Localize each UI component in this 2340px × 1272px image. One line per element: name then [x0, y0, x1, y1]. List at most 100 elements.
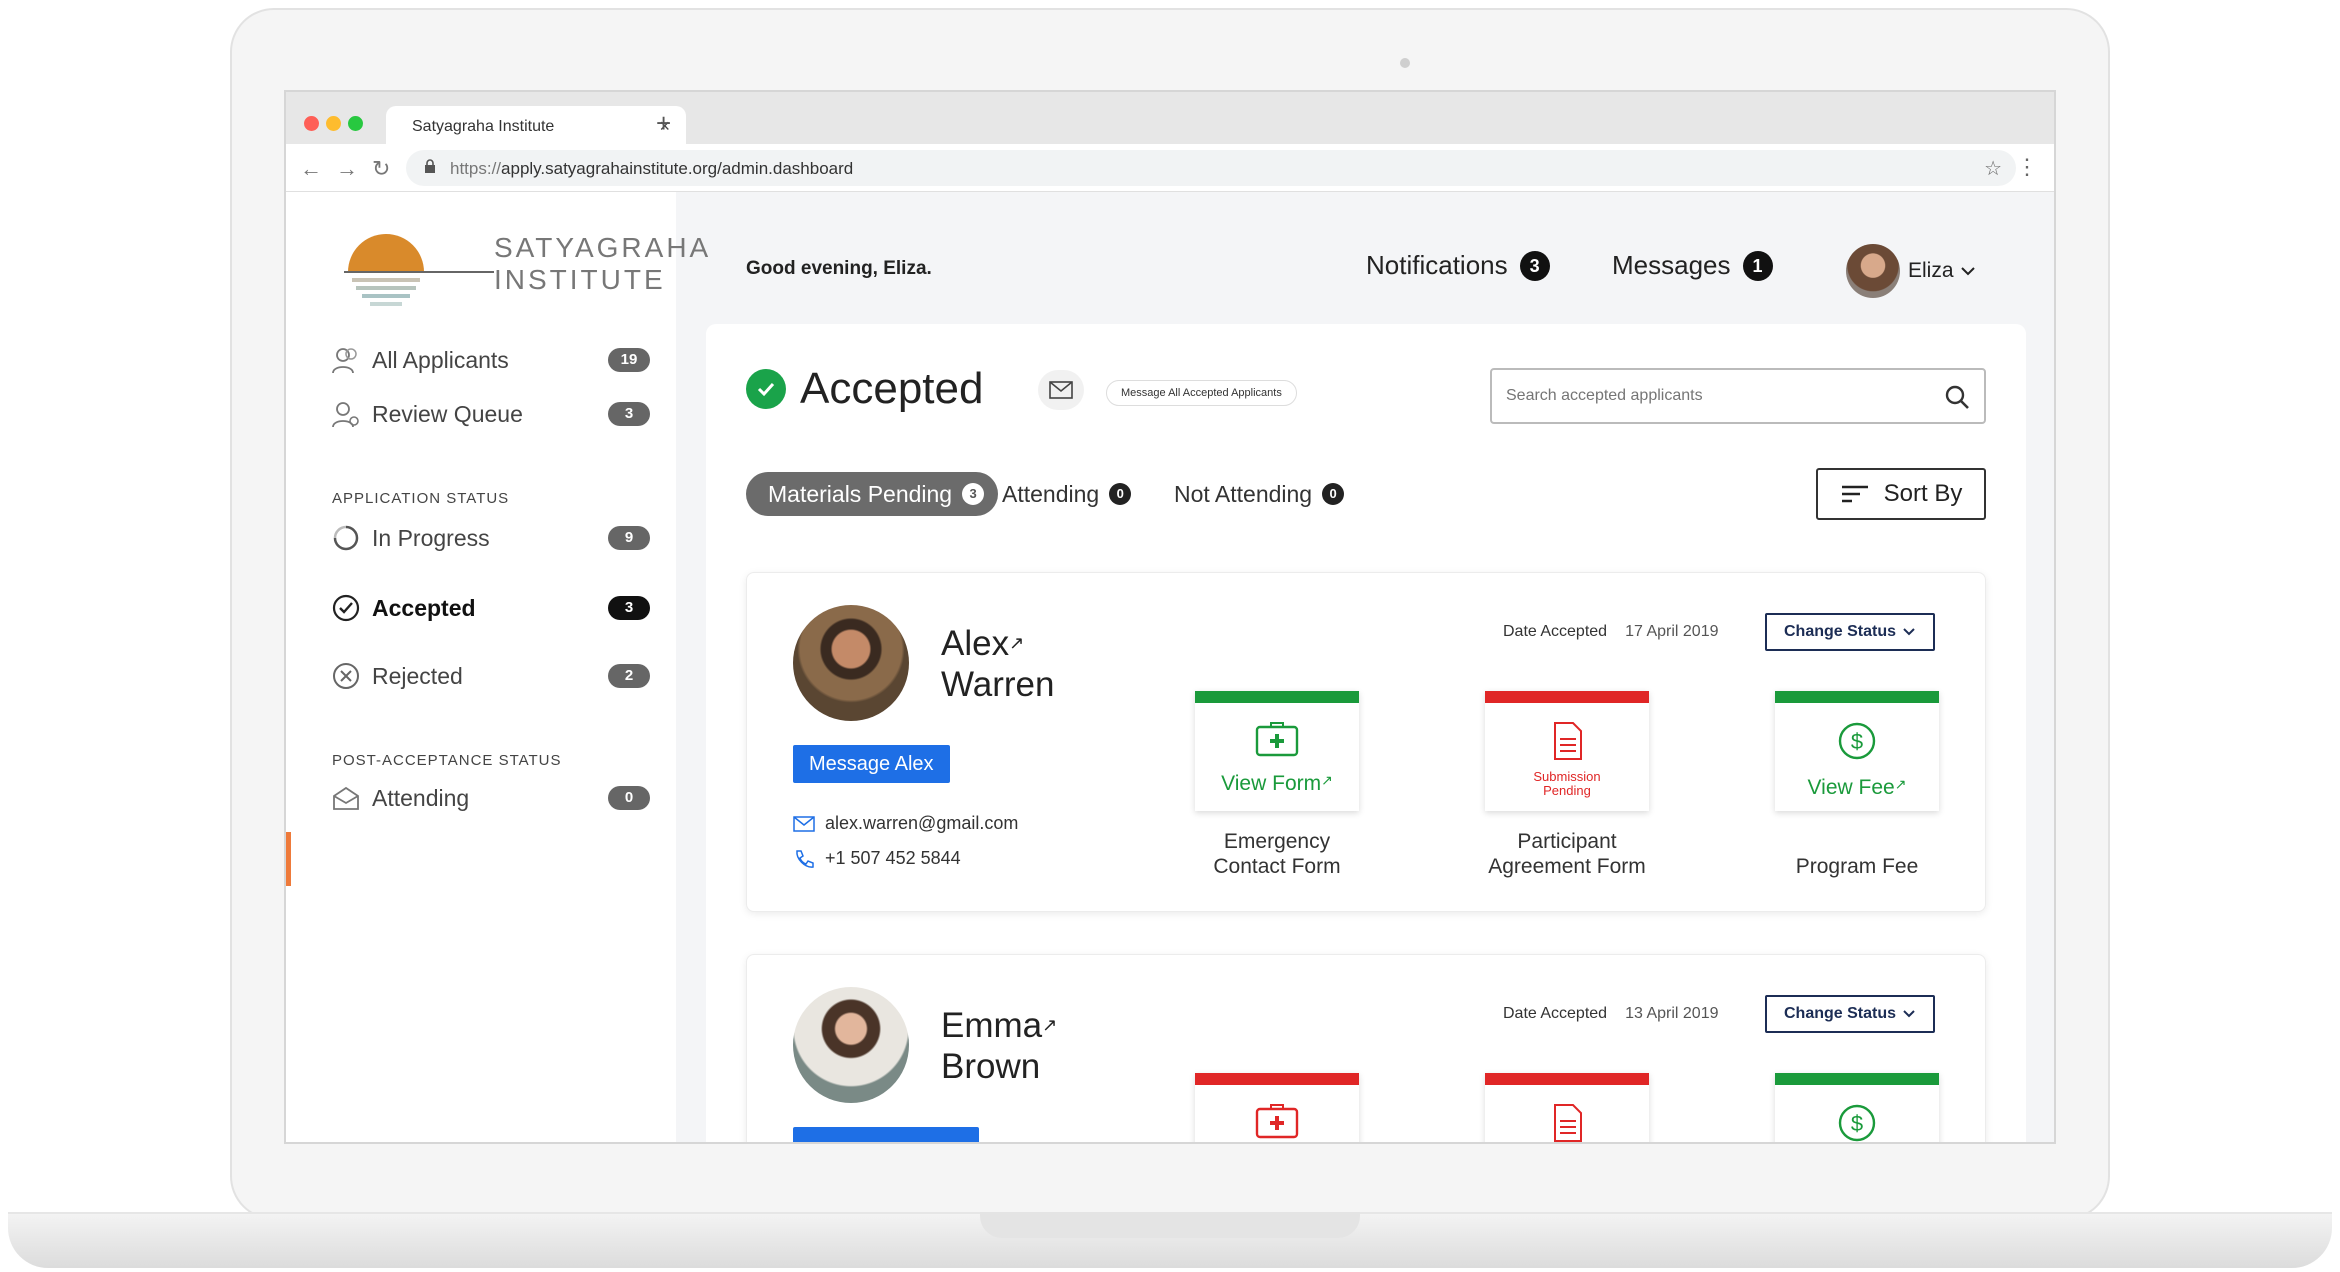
- mail-button[interactable]: [1038, 370, 1084, 410]
- reload-icon[interactable]: ↻: [372, 156, 390, 182]
- check-icon: [746, 369, 786, 409]
- last-name: Warren: [941, 665, 1055, 704]
- greeting: Good evening, Eliza.: [746, 258, 932, 279]
- message-all-button[interactable]: Message All Accepted Applicants: [1106, 380, 1297, 406]
- filter-count: 0: [1322, 483, 1345, 505]
- change-status-label: Change Status: [1783, 623, 1896, 640]
- doc-caption-line: Contact Form: [1213, 855, 1341, 878]
- doc-emergency-form[interactable]: [1195, 1073, 1359, 1142]
- laptop-notch: [980, 1212, 1360, 1238]
- messages-link[interactable]: Messages 1: [1612, 250, 1773, 281]
- change-status-button[interactable]: Change Status: [1765, 613, 1935, 651]
- filter-materials-pending[interactable]: Materials Pending 3: [746, 472, 999, 516]
- svg-text:$: $: [1851, 1111, 1863, 1136]
- doc-status: Submission Pending: [1533, 769, 1601, 798]
- sidebar-item-rejected[interactable]: Rejected 2: [330, 654, 650, 698]
- doc-caption: Participant Agreement Form: [1467, 829, 1667, 879]
- doc-program-fee[interactable]: $: [1775, 1073, 1939, 1142]
- sidebar-item-label: Review Queue: [372, 400, 523, 427]
- notifications-count: 3: [1519, 250, 1550, 281]
- doc-status: View Fee: [1807, 776, 1895, 799]
- back-icon[interactable]: ←: [300, 156, 322, 182]
- phone-icon: [796, 849, 814, 868]
- count-badge: 19: [608, 348, 650, 372]
- sidebar-item-attending[interactable]: Attending 0: [330, 776, 650, 820]
- tab-bar: Satyagraha Institute × +: [286, 92, 2054, 144]
- filter-label: Attending: [1002, 480, 1100, 507]
- document-icon: [1554, 1104, 1582, 1142]
- message-applicant-button[interactable]: [793, 1127, 979, 1142]
- sidebar-item-label: Attending: [372, 784, 470, 811]
- sort-icon: [1841, 485, 1868, 503]
- sidebar: SATYAGRAHA INSTITUTE All Applicants 19 R…: [286, 192, 708, 1142]
- doc-caption: Emergency Contact Form: [1177, 829, 1377, 879]
- sidebar-item-label: Accepted: [372, 594, 476, 621]
- phone-row: +1 507 452 5844: [793, 848, 961, 869]
- url-field[interactable]: https://apply.satyagrahainstitute.org/ad…: [406, 150, 2016, 186]
- search-input[interactable]: [1492, 370, 1912, 422]
- applicant-card: Emma↗ Brown Date Accepted 13 April 2019 C…: [746, 954, 1986, 1142]
- close-window-button[interactable]: [304, 116, 319, 131]
- count-badge: 3: [608, 402, 650, 426]
- search-icon[interactable]: [1944, 384, 1970, 410]
- logo: SATYAGRAHA INSTITUTE: [344, 232, 708, 312]
- x-circle-icon: [330, 660, 362, 692]
- browser-tab[interactable]: Satyagraha Institute ×: [386, 106, 686, 144]
- notifications-label: Notifications: [1366, 250, 1508, 280]
- sort-button[interactable]: Sort By: [1816, 468, 1986, 520]
- doc-caption-line: Program Fee: [1795, 855, 1919, 878]
- user-menu[interactable]: Eliza: [1846, 244, 1976, 298]
- progress-icon: [330, 522, 362, 554]
- phone[interactable]: +1 507 452 5844: [825, 848, 961, 869]
- logo-line-2: INSTITUTE: [494, 264, 666, 295]
- minimize-window-button[interactable]: [326, 116, 341, 131]
- doc-participant-agreement[interactable]: [1485, 1073, 1649, 1142]
- chevron-down-icon: [1903, 1010, 1915, 1018]
- mail-icon: [793, 815, 815, 832]
- email[interactable]: alex.warren@gmail.com: [825, 813, 1018, 834]
- doc-program-fee[interactable]: $ View Fee↗: [1775, 691, 1939, 811]
- date-label: Date Accepted: [1503, 1005, 1608, 1022]
- sidebar-item-review-queue[interactable]: Review Queue 3: [330, 392, 650, 436]
- sidebar-item-label: All Applicants: [372, 346, 509, 373]
- sort-label: Sort By: [1883, 480, 1963, 507]
- forward-icon[interactable]: →: [336, 156, 358, 182]
- bookmark-star-icon[interactable]: ☆: [1984, 156, 2002, 181]
- active-indicator: [286, 832, 291, 886]
- chevron-down-icon: [1903, 628, 1915, 636]
- date-accepted: Date Accepted 17 April 2019: [1503, 623, 1718, 641]
- main-panel: Accepted Message All Accepted Applicants…: [706, 324, 2026, 1142]
- doc-caption-line: Participant: [1517, 830, 1617, 853]
- doc-emergency-form[interactable]: View Form↗: [1195, 691, 1359, 811]
- messages-count: 1: [1742, 250, 1773, 281]
- tab-title: Satyagraha Institute: [412, 118, 555, 135]
- sun-logo-icon: [344, 234, 494, 306]
- page-title-text: Accepted: [800, 364, 984, 413]
- date-value: 13 April 2019: [1625, 1005, 1719, 1022]
- sidebar-item-in-progress[interactable]: In Progress 9: [330, 516, 650, 560]
- applicant-card: Alex↗ Warren Message Alex alex.warren@gm…: [746, 572, 1986, 912]
- applicant-name[interactable]: Alex↗ Warren: [941, 623, 1101, 705]
- dollar-icon: $: [1838, 1104, 1876, 1142]
- doc-caption-line: [1757, 829, 1957, 854]
- new-tab-button[interactable]: +: [656, 110, 671, 136]
- change-status-button[interactable]: Change Status: [1765, 995, 1935, 1033]
- sidebar-item-label: Rejected: [372, 662, 463, 689]
- first-name: Alex: [941, 624, 1010, 663]
- maximize-window-button[interactable]: [348, 116, 363, 131]
- doc-participant-agreement[interactable]: Submission Pending: [1485, 691, 1649, 811]
- message-applicant-button[interactable]: Message Alex: [793, 745, 950, 783]
- applicant-name[interactable]: Emma↗ Brown: [941, 1005, 1101, 1087]
- sidebar-item-accepted[interactable]: Accepted 3: [330, 586, 650, 630]
- app: SATYAGRAHA INSTITUTE All Applicants 19 R…: [286, 192, 2054, 1142]
- filter-attending[interactable]: Attending 0: [1002, 472, 1132, 516]
- post-acceptance-heading: POST-ACCEPTANCE STATUS: [332, 752, 562, 769]
- filter-not-attending[interactable]: Not Attending 0: [1174, 472, 1345, 516]
- notifications-link[interactable]: Notifications 3: [1366, 250, 1550, 281]
- doc-caption: Program Fee: [1757, 829, 1957, 879]
- svg-text:$: $: [1851, 729, 1863, 754]
- sidebar-item-all-applicants[interactable]: All Applicants 19: [330, 338, 650, 382]
- document-icon: [1554, 722, 1582, 760]
- browser-menu-icon[interactable]: ⋮: [2016, 154, 2038, 180]
- filter-count: 3: [962, 483, 985, 505]
